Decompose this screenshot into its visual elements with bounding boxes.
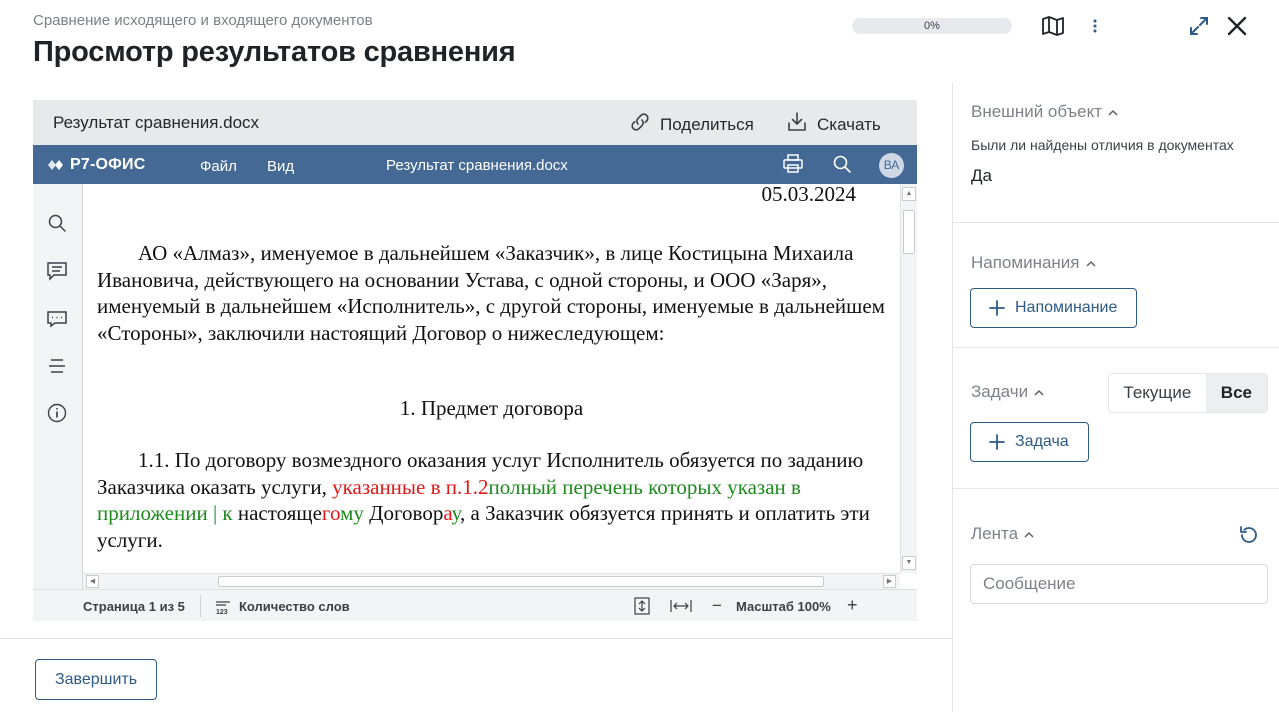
search-icon[interactable] xyxy=(832,154,852,179)
document-viewer: Результат сравнения.docx Поделиться Скач… xyxy=(33,100,917,621)
inserted-text: у xyxy=(451,501,460,526)
navigation-icon[interactable] xyxy=(46,355,68,377)
filter-all-tab[interactable]: Все xyxy=(1205,374,1267,412)
deleted-text: го xyxy=(321,501,341,526)
scroll-thumb[interactable] xyxy=(903,210,915,254)
document-paragraph: 1.1. По договору возмездного оказания ус… xyxy=(97,447,887,553)
finish-button[interactable]: Завершить xyxy=(35,659,157,700)
more-vertical-icon[interactable] xyxy=(1088,16,1102,36)
zoom-in-button[interactable]: + xyxy=(847,595,858,616)
paragraph-text: настояще xyxy=(232,501,322,526)
external-object-toggle[interactable]: Внешний объект xyxy=(971,102,1118,122)
task-filter: Текущие Все xyxy=(1108,373,1268,413)
menu-view[interactable]: Вид xyxy=(267,158,294,175)
feed-toggle[interactable]: Лента xyxy=(971,524,1034,544)
document-page: 05.03.2024 АО «Алмаз», именуемое в дальн… xyxy=(83,184,900,573)
left-toolbar xyxy=(33,184,83,589)
plus-icon xyxy=(989,300,1005,316)
progress-bar: 0% xyxy=(852,18,1012,34)
share-button[interactable]: Поделиться xyxy=(628,110,754,139)
filter-current-tab[interactable]: Текущие xyxy=(1109,374,1206,412)
file-name: Результат сравнения.docx xyxy=(53,113,260,132)
download-label: Скачать xyxy=(817,114,881,134)
file-bar: Результат сравнения.docx Поделиться Скач… xyxy=(33,100,917,145)
document-date: 05.03.2024 xyxy=(761,184,857,206)
section-title: Лента xyxy=(971,524,1019,543)
zoom-level: Масштаб 100% xyxy=(736,599,831,614)
field-label: Были ли найдены отличия в документах xyxy=(971,137,1234,153)
fit-width-icon[interactable] xyxy=(670,599,692,616)
paragraph-text: АО «Алмаз», именуемое в дальнейшем «Зака… xyxy=(97,241,885,345)
download-icon xyxy=(785,110,809,139)
breadcrumb: Сравнение исходящего и входящего докумен… xyxy=(33,12,373,29)
add-reminder-button[interactable]: Напоминание xyxy=(970,288,1138,328)
chevron-up-icon xyxy=(1108,109,1118,116)
fit-page-icon[interactable] xyxy=(634,597,650,618)
menu-file[interactable]: Файл xyxy=(200,158,237,175)
editor-brand: Р7-ОФИС xyxy=(70,156,146,173)
logo-icon xyxy=(48,160,63,170)
horizontal-scrollbar[interactable]: ◀ ▶ xyxy=(83,573,900,589)
chevron-up-icon xyxy=(1034,389,1044,396)
refresh-icon[interactable] xyxy=(1237,524,1259,546)
status-bar: Страница 1 из 5 123 Количество слов − Ма… xyxy=(33,589,917,621)
status-divider xyxy=(200,595,201,617)
deleted-text: указанные в п.1.2 xyxy=(332,474,489,499)
plus-icon xyxy=(989,434,1005,450)
word-count[interactable]: Количество слов xyxy=(239,599,350,614)
deleted-text: а xyxy=(443,501,452,526)
scroll-thumb[interactable] xyxy=(218,576,824,587)
chevron-up-icon xyxy=(1085,260,1096,267)
link-icon xyxy=(628,110,652,139)
scroll-down-button[interactable]: ▼ xyxy=(902,556,916,570)
print-icon[interactable] xyxy=(782,154,804,179)
tasks-toggle[interactable]: Задачи xyxy=(971,382,1044,402)
scroll-right-button[interactable]: ▶ xyxy=(883,575,896,588)
avatar[interactable]: ВА xyxy=(879,153,904,178)
progress-text: 0% xyxy=(924,20,940,32)
svg-text:123: 123 xyxy=(216,609,228,615)
zoom-out-button[interactable]: − xyxy=(712,596,722,616)
comment-icon[interactable] xyxy=(46,260,68,282)
add-task-button[interactable]: Задача xyxy=(970,422,1089,462)
scroll-up-button[interactable]: ▲ xyxy=(902,187,916,201)
scroll-left-button[interactable]: ◀ xyxy=(86,575,99,588)
search-icon[interactable] xyxy=(46,212,68,234)
share-label: Поделиться xyxy=(660,114,754,134)
info-icon[interactable] xyxy=(46,402,68,424)
add-task-label: Задача xyxy=(1015,433,1069,450)
map-icon[interactable] xyxy=(1040,14,1066,38)
word-count-icon: 123 xyxy=(215,599,231,618)
section-title: Внешний объект xyxy=(971,102,1103,121)
chat-icon[interactable] xyxy=(46,307,68,329)
editor-logo: Р7-ОФИС xyxy=(47,156,145,174)
close-icon[interactable] xyxy=(1225,14,1249,38)
reminders-toggle[interactable]: Напоминания xyxy=(971,253,1096,273)
expand-icon[interactable] xyxy=(1187,14,1211,38)
editor-toolbar: Р7-ОФИС Файл Вид Результат сравнения.doc… xyxy=(33,145,917,184)
tasks-section: Задачи Задача xyxy=(953,348,1279,489)
vertical-scrollbar[interactable]: ▲ ▼ xyxy=(900,184,917,573)
paragraph-text: Договор xyxy=(363,501,444,526)
section-heading: 1. Предмет договора xyxy=(399,396,584,420)
download-button[interactable]: Скачать xyxy=(785,110,881,139)
chevron-up-icon xyxy=(1024,531,1034,538)
external-object-section: Внешний объект Были ли найдены отличия в… xyxy=(953,83,1279,223)
editor-doc-title: Результат сравнения.docx xyxy=(386,157,568,174)
add-reminder-label: Напоминание xyxy=(1015,299,1118,316)
page-title: Просмотр результатов сравнения xyxy=(33,36,516,68)
footer-divider xyxy=(0,638,952,639)
section-title: Напоминания xyxy=(971,253,1080,272)
section-title: Задачи xyxy=(971,382,1029,401)
page-indicator[interactable]: Страница 1 из 5 xyxy=(83,599,185,614)
side-panel: Внешний объект Были ли найдены отличия в… xyxy=(952,83,1279,712)
inserted-text: му xyxy=(340,501,364,526)
field-value: Да xyxy=(971,166,992,185)
reminders-section: Напоминания Напоминание xyxy=(953,223,1279,348)
message-input[interactable] xyxy=(970,564,1268,604)
document-paragraph: АО «Алмаз», именуемое в дальнейшем «Зака… xyxy=(97,240,887,346)
